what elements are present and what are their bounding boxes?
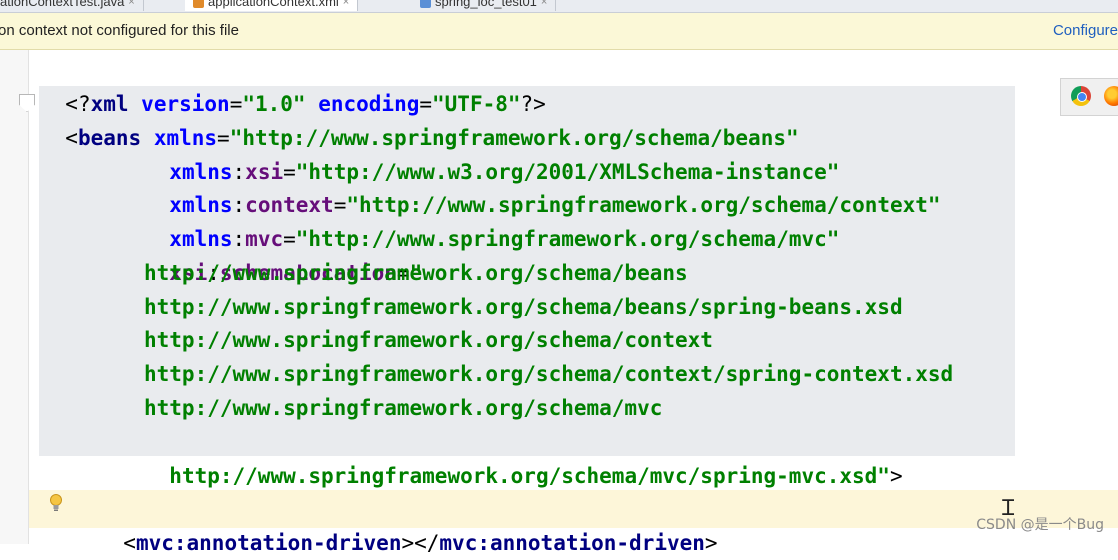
module-icon (420, 0, 431, 8)
tab-spring-ioc-test01[interactable]: spring_ioc_test01 × (412, 0, 557, 11)
xml-file-icon (193, 0, 204, 8)
tab-label: ationContextTest.java (0, 0, 125, 9)
lightbulb-icon[interactable] (49, 493, 63, 513)
code-line-9[interactable]: http://www.springframework.org/schema/co… (144, 323, 713, 357)
editor-tab-strip: ationContextTest.java × applicationConte… (0, 0, 1118, 13)
banner-message: on context not configured for this file (0, 22, 239, 39)
tab-application-context-test[interactable]: ationContextTest.java × (0, 0, 144, 11)
configure-link[interactable]: Configure (1053, 22, 1118, 39)
code-line-14[interactable]: <mvc:annotation-driven></mvc:annotation-… (98, 492, 717, 560)
close-icon[interactable]: × (343, 0, 349, 11)
editor-gutter[interactable] (0, 50, 29, 544)
tab-label: spring_ioc_test01 (435, 0, 537, 9)
code-line-8[interactable]: http://www.springframework.org/schema/be… (144, 290, 903, 324)
tab-label: applicationContext.xml (208, 0, 339, 9)
tab-application-context-xml[interactable]: applicationContext.xml × (185, 0, 359, 11)
code-line-7[interactable]: http://www.springframework.org/schema/be… (144, 256, 688, 290)
context-warning-banner: on context not configured for this file … (0, 13, 1118, 50)
code-line-10[interactable]: http://www.springframework.org/schema/co… (144, 357, 953, 391)
close-icon[interactable]: × (128, 0, 134, 11)
watermark: CSDN @是一个Bug (976, 517, 1104, 533)
chrome-icon[interactable] (1071, 86, 1091, 106)
code-line-12[interactable]: http://www.springframework.org/schema/mv… (144, 425, 902, 493)
firefox-icon[interactable] (1104, 86, 1118, 106)
close-icon[interactable]: × (541, 0, 547, 11)
code-line-11[interactable]: http://www.springframework.org/schema/mv… (144, 391, 662, 425)
